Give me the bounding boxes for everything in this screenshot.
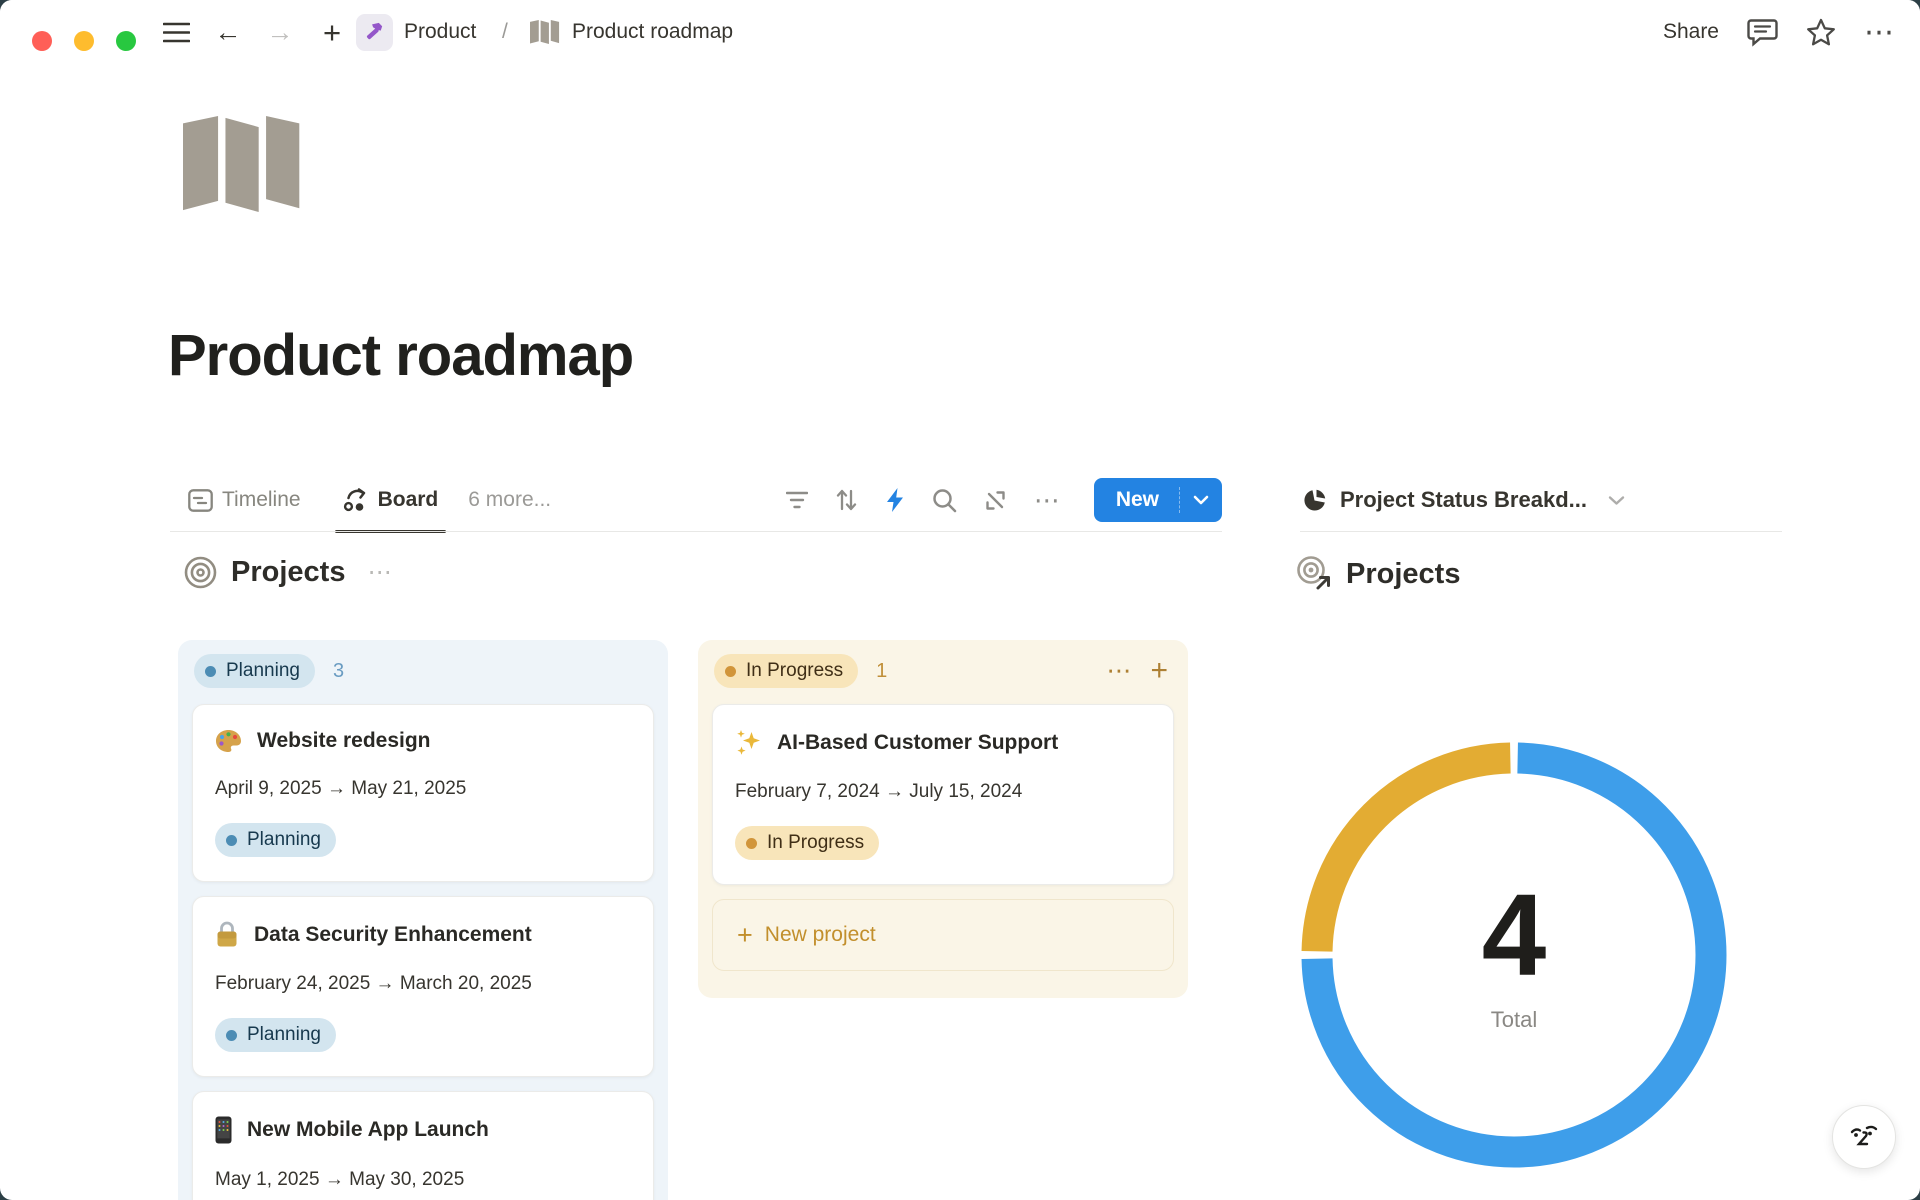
timeline-view-icon [188, 489, 213, 512]
view-options-icon[interactable]: ⋯ [1034, 485, 1061, 516]
more-options-icon[interactable]: ⋯ [1864, 15, 1896, 50]
donut-total-label: Total [1491, 1007, 1537, 1033]
window-titlebar: ← → + Product / Product roadmap Share ⋯ [0, 0, 1920, 64]
window-controls [32, 31, 136, 51]
palette-icon [215, 729, 242, 753]
breadcrumb-workspace[interactable]: Product [404, 0, 476, 64]
project-card-ai-support[interactable]: AI-Based Customer Support February 7, 20… [712, 704, 1174, 885]
board-heading-title[interactable]: Projects [231, 556, 345, 589]
project-card-mobile-app[interactable]: New Mobile App Launch May 1, 2025 → May … [192, 1091, 654, 1200]
donut-center: 4 Total [1294, 735, 1734, 1175]
search-icon[interactable] [932, 488, 957, 513]
card-status-pill: In Progress [735, 826, 879, 860]
chart-database-heading: Projects [1296, 556, 1460, 592]
linked-target-icon [1296, 556, 1332, 592]
sparkles-icon [735, 729, 762, 756]
new-button-chevron-down-icon[interactable] [1180, 478, 1222, 522]
workspace-hammer-icon[interactable] [356, 14, 393, 51]
status-breakdown-donut-chart: 4 Total [1294, 735, 1734, 1175]
map-icon [528, 0, 562, 64]
board-database-heading: Projects ⋯ [184, 556, 392, 589]
board-heading-options-icon[interactable]: ⋯ [367, 558, 392, 587]
page-title[interactable]: Product roadmap [168, 322, 633, 389]
project-card-data-security[interactable]: Data Security Enhancement February 24, 2… [192, 896, 654, 1077]
column-in-progress: In Progress 1 ⋯ + AI-Based Customer Supp… [698, 640, 1188, 998]
share-button[interactable]: Share [1663, 20, 1719, 44]
column-count: 3 [333, 660, 344, 683]
column-count: 1 [876, 660, 887, 683]
back-button[interactable]: ← [210, 0, 246, 64]
automation-bolt-icon[interactable] [885, 487, 905, 513]
card-date-range: February 24, 2025 → March 20, 2025 [215, 973, 631, 995]
new-page-button[interactable]: + [314, 0, 350, 64]
breadcrumb-page[interactable]: Product roadmap [572, 0, 733, 64]
page-map-icon[interactable] [180, 116, 306, 212]
chart-heading-title[interactable]: Projects [1346, 558, 1460, 591]
tab-timeline[interactable]: Timeline [188, 468, 301, 532]
mobile-phone-icon [215, 1116, 232, 1144]
sort-icon[interactable] [835, 489, 858, 511]
column-planning: Planning 3 Website redesign April 9, 202… [178, 640, 668, 1200]
expand-icon[interactable] [984, 489, 1007, 512]
project-card-website-redesign[interactable]: Website redesign April 9, 2025 → May 21,… [192, 704, 654, 882]
board-view-icon [343, 488, 369, 512]
view-toolbar: ⋯ New [786, 478, 1222, 522]
card-status-pill: Planning [215, 823, 336, 857]
forward-button[interactable]: → [262, 0, 298, 64]
column-planning-header[interactable]: Planning 3 [194, 654, 652, 688]
column-options-icon[interactable]: ⋯ [1106, 656, 1132, 686]
selector-chevron-down-icon [1608, 495, 1625, 506]
column-in-progress-header[interactable]: In Progress 1 ⋯ + [714, 654, 1172, 688]
zoom-window-button[interactable] [116, 31, 136, 51]
new-button[interactable]: New [1094, 478, 1222, 522]
favorite-star-icon[interactable] [1806, 18, 1836, 47]
app-window: ← → + Product / Product roadmap Share ⋯ … [0, 0, 1920, 1200]
status-pill-in-progress[interactable]: In Progress [714, 654, 858, 688]
status-dot [205, 666, 216, 677]
status-dot [725, 666, 736, 677]
more-views-link[interactable]: 6 more... [468, 488, 551, 512]
view-tab-bar: Timeline Board 6 more... [170, 468, 1222, 532]
minimize-window-button[interactable] [74, 31, 94, 51]
sidebar-menu-icon[interactable] [158, 0, 194, 64]
filter-icon[interactable] [786, 491, 808, 509]
chart-section-divider [1300, 531, 1782, 532]
lock-icon [215, 921, 239, 948]
donut-total-value: 4 [1482, 877, 1547, 993]
card-date-range: February 7, 2024 → July 15, 2024 [735, 781, 1151, 803]
target-icon [184, 556, 217, 589]
plus-icon: + [737, 922, 753, 949]
card-date-range: May 1, 2025 → May 30, 2025 [215, 1169, 631, 1191]
tab-board[interactable]: Board [343, 468, 439, 532]
status-pill-planning[interactable]: Planning [194, 654, 315, 688]
comments-icon[interactable] [1747, 17, 1778, 47]
close-window-button[interactable] [32, 31, 52, 51]
column-add-card-icon[interactable]: + [1150, 656, 1168, 686]
new-project-button[interactable]: + New project [712, 899, 1174, 971]
breadcrumb-separator: / [502, 0, 508, 64]
notion-ai-face-button[interactable] [1832, 1105, 1896, 1169]
board-section-divider [170, 531, 1222, 532]
chart-view-selector[interactable]: Project Status Breakd... [1302, 470, 1625, 530]
card-date-range: April 9, 2025 → May 21, 2025 [215, 778, 631, 800]
card-status-pill: Planning [215, 1018, 336, 1052]
pie-chart-icon [1302, 488, 1327, 513]
